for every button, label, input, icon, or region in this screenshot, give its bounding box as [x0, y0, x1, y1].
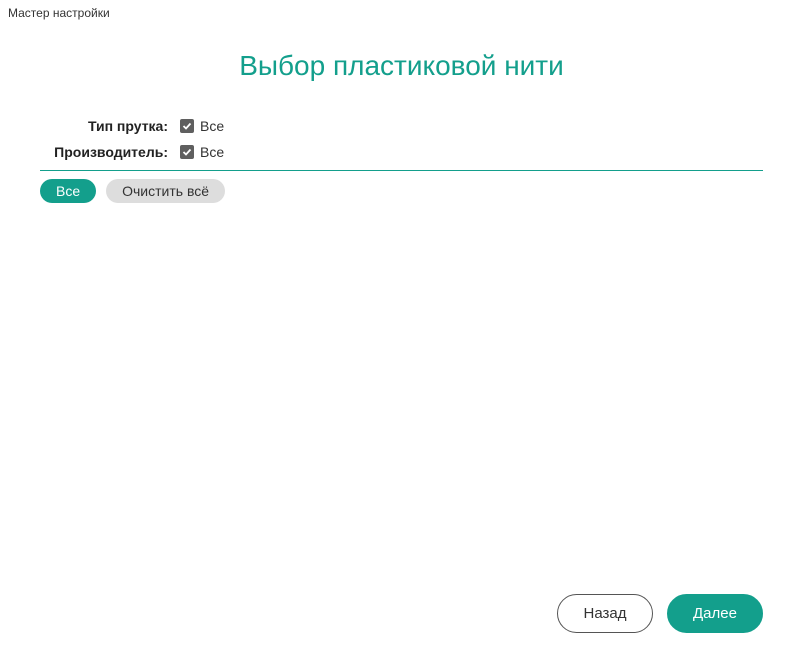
filament-type-row: Тип прутка: Все	[40, 118, 763, 134]
select-all-button[interactable]: Все	[40, 179, 96, 203]
filament-type-checkbox[interactable]: Все	[180, 118, 224, 134]
manufacturer-checkbox-label: Все	[200, 144, 224, 160]
checkmark-icon	[180, 145, 194, 159]
filament-type-checkbox-label: Все	[200, 118, 224, 134]
back-button[interactable]: Назад	[557, 594, 653, 633]
checkmark-icon	[180, 119, 194, 133]
page-heading: Выбор пластиковой нити	[0, 50, 803, 82]
filament-type-label: Тип прутка:	[40, 118, 180, 134]
clear-all-button[interactable]: Очистить всё	[106, 179, 225, 203]
next-button[interactable]: Далее	[667, 594, 763, 633]
manufacturer-row: Производитель: Все	[40, 144, 763, 160]
manufacturer-checkbox[interactable]: Все	[180, 144, 224, 160]
filter-form: Тип прутка: Все Производитель: Все	[0, 118, 803, 171]
window-title: Мастер настройки	[0, 0, 803, 26]
selection-actions: Все Очистить всё	[0, 171, 803, 203]
manufacturer-label: Производитель:	[40, 144, 180, 160]
wizard-nav: Назад Далее	[557, 594, 763, 633]
